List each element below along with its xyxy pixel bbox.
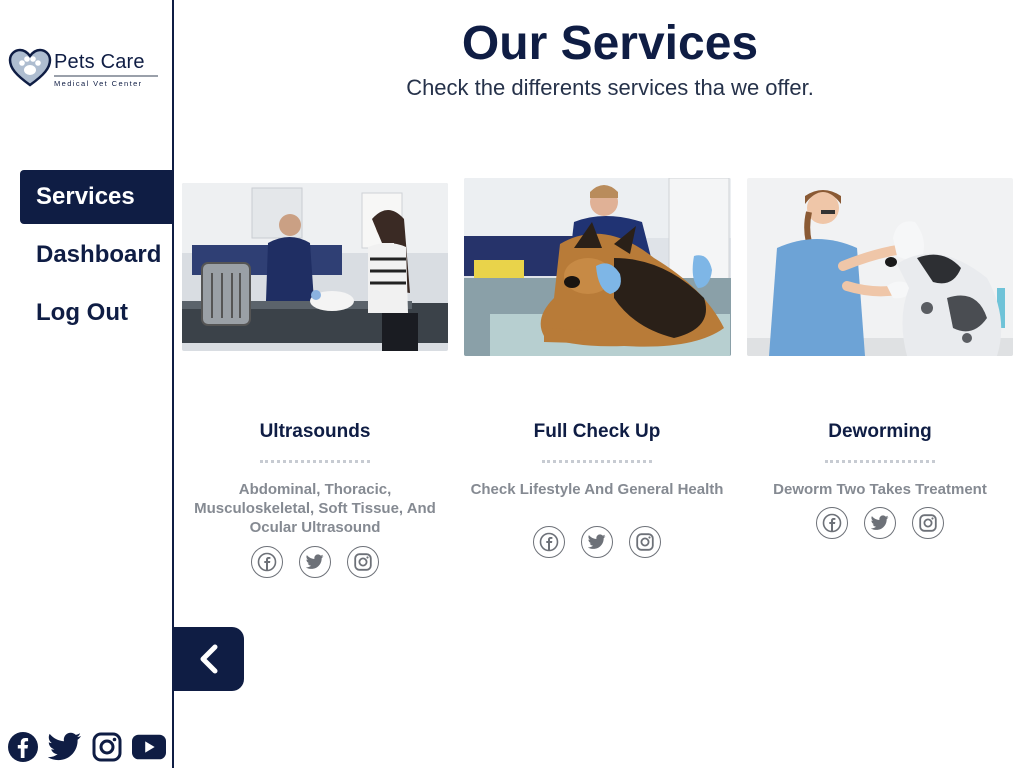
service-title-full-check-up: Full Check Up — [533, 421, 661, 442]
brand-logo[interactable]: Pets Care Medical Vet Center — [8, 48, 163, 92]
twitter-icon[interactable] — [299, 546, 331, 578]
service-divider — [260, 459, 370, 463]
service-social-full-check-up — [464, 526, 730, 558]
nav-item-services[interactable]: Services — [20, 170, 174, 224]
service-image-full-check-up — [464, 178, 731, 356]
twitter-icon[interactable] — [48, 730, 82, 764]
youtube-icon[interactable] — [132, 730, 166, 764]
facebook-icon[interactable] — [6, 730, 40, 764]
service-divider — [542, 459, 652, 463]
service-social-ultrasounds — [182, 546, 448, 578]
collapse-sidebar-button[interactable] — [174, 627, 244, 691]
service-description-full-check-up: Check Lifestyle And General Health — [470, 481, 724, 498]
service-image-ultrasounds — [182, 183, 448, 351]
facebook-icon[interactable] — [816, 507, 848, 539]
sidebar: Pets Care Medical Vet Center Services Da… — [0, 0, 174, 768]
instagram-icon[interactable] — [347, 546, 379, 578]
service-description-ultrasounds: Abdominal, Thoracic, Musculoskeletal, So… — [194, 481, 436, 536]
service-title-deworming: Deworming — [828, 421, 932, 442]
service-title-ultrasounds: Ultrasounds — [259, 421, 371, 442]
service-social-deworming — [747, 507, 1013, 539]
facebook-icon[interactable] — [251, 546, 283, 578]
brand-tagline: Medical Vet Center — [54, 79, 143, 88]
page-subtitle: Check the differents services tha we off… — [406, 75, 814, 100]
nav-item-dashboard[interactable]: Dashboard — [20, 228, 174, 282]
twitter-icon[interactable] — [864, 507, 896, 539]
instagram-icon[interactable] — [912, 507, 944, 539]
brand-name: Pets Care — [54, 51, 145, 73]
service-divider — [825, 459, 935, 463]
instagram-icon[interactable] — [629, 526, 661, 558]
twitter-icon[interactable] — [581, 526, 613, 558]
service-description-deworming: Deworm Two Takes Treatment — [773, 481, 987, 498]
chevron-left-icon — [200, 644, 218, 674]
footer-social-links — [6, 730, 172, 764]
service-image-deworming — [747, 178, 1013, 356]
sidebar-nav: Services Dashboard Log Out — [20, 170, 174, 344]
brand-divider — [54, 75, 158, 77]
instagram-icon[interactable] — [90, 730, 124, 764]
nav-item-log-out[interactable]: Log Out — [20, 286, 174, 340]
facebook-icon[interactable] — [533, 526, 565, 558]
heart-paw-icon — [8, 48, 52, 87]
page-title: Our Services — [461, 17, 759, 70]
